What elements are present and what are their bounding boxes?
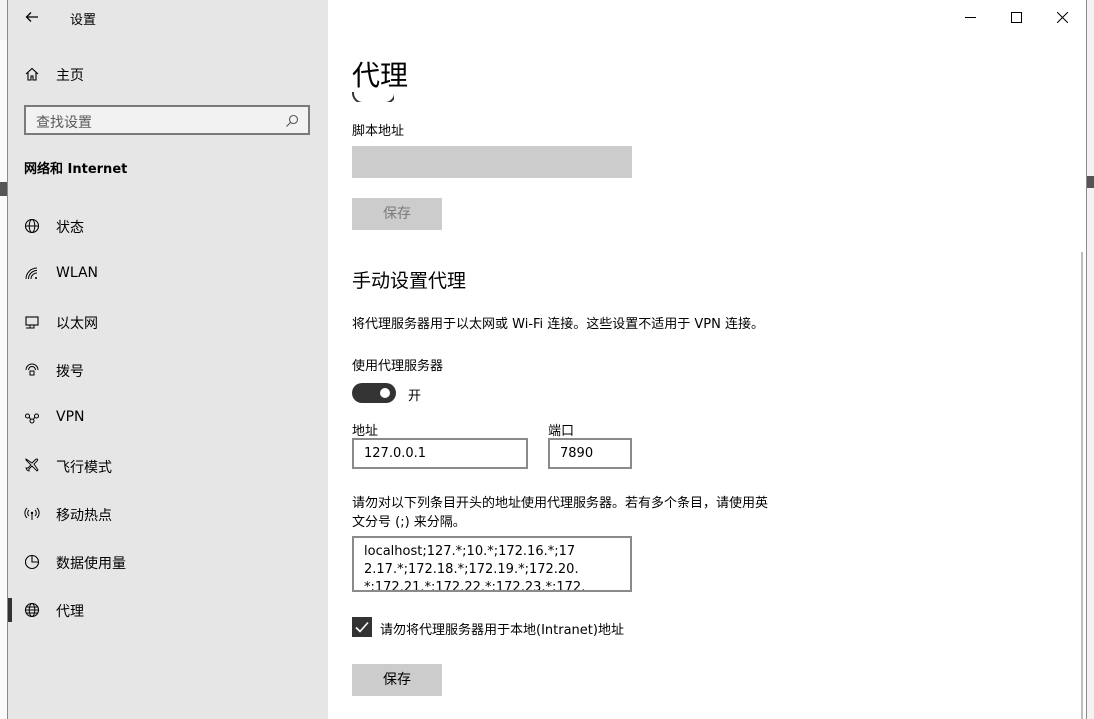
sidebar-item-label: 数据使用量 xyxy=(56,556,126,572)
globe-status-icon xyxy=(24,218,40,234)
scrollbar[interactable] xyxy=(1081,252,1083,719)
sidebar-item-proxy[interactable]: 代理 xyxy=(8,590,328,630)
port-label: 端口 xyxy=(548,424,575,439)
sidebar: 设置 主页 查找设置 网络和 Internet 状态 WLAN 以太网 拨号 V… xyxy=(8,0,328,719)
use-proxy-toggle-state: 开 xyxy=(408,389,422,404)
script-address-label: 脚本地址 xyxy=(352,124,405,139)
hotspot-icon xyxy=(24,506,40,522)
sidebar-item-status[interactable]: 状态 xyxy=(8,206,328,246)
back-arrow-icon xyxy=(24,9,40,25)
sidebar-item-label: VPN xyxy=(56,409,85,425)
manual-save-button[interactable]: 保存 xyxy=(352,664,442,696)
sidebar-item-airplane[interactable]: 飞行模式 xyxy=(8,446,328,486)
selected-indicator xyxy=(8,598,12,622)
settings-window: 设置 主页 查找设置 网络和 Internet 状态 WLAN 以太网 拨号 V… xyxy=(8,0,1086,719)
sidebar-home[interactable]: 主页 xyxy=(8,54,328,94)
use-proxy-toggle[interactable] xyxy=(352,383,396,403)
airplane-icon xyxy=(24,458,40,474)
sidebar-item-label: WLAN xyxy=(56,265,99,281)
background-window-left-bar xyxy=(0,182,8,196)
address-value: 127.0.0.1 xyxy=(364,446,427,461)
close-button[interactable] xyxy=(1039,0,1085,34)
minimize-button[interactable] xyxy=(947,0,993,34)
address-label: 地址 xyxy=(352,424,379,439)
search-icon xyxy=(284,113,300,129)
main-pane: 代理 脚本地址 保存 手动设置代理 将代理服务器用于以太网或 Wi-Fi 连接。… xyxy=(328,0,1086,719)
toggle-knob xyxy=(380,388,390,398)
sidebar-item-label: 代理 xyxy=(56,604,84,620)
background-window-right-bar xyxy=(1086,176,1094,188)
background-window-left xyxy=(0,40,8,719)
address-input[interactable]: 127.0.0.1 xyxy=(352,438,528,469)
script-save-label: 保存 xyxy=(383,206,411,222)
sidebar-item-label: 飞行模式 xyxy=(56,460,112,476)
manual-save-label: 保存 xyxy=(383,672,411,688)
clipped-toggle xyxy=(352,92,394,102)
sidebar-item-vpn[interactable]: VPN xyxy=(8,398,328,438)
back-button[interactable] xyxy=(18,6,48,28)
script-save-button: 保存 xyxy=(352,198,442,230)
port-input[interactable]: 7890 xyxy=(548,438,632,469)
search-input[interactable]: 查找设置 xyxy=(24,105,310,135)
ethernet-icon xyxy=(24,314,40,330)
port-value: 7890 xyxy=(560,446,594,461)
sidebar-item-data-usage[interactable]: 数据使用量 xyxy=(8,542,328,582)
script-address-field xyxy=(352,146,632,178)
sidebar-item-label: 以太网 xyxy=(56,316,98,332)
use-proxy-label: 使用代理服务器 xyxy=(352,359,444,374)
sidebar-item-label: 移动热点 xyxy=(56,508,112,524)
minimize-icon xyxy=(965,17,976,18)
manual-proxy-heading: 手动设置代理 xyxy=(352,270,467,292)
exceptions-value: localhost;127.*;10.*;172.16.*;172.17.*;1… xyxy=(364,544,586,592)
section-title: 网络和 Internet xyxy=(24,162,128,177)
exceptions-textarea[interactable]: localhost;127.*;10.*;172.16.*;172.17.*;1… xyxy=(352,536,632,592)
wifi-icon xyxy=(24,266,40,282)
sidebar-item-hotspot[interactable]: 移动热点 xyxy=(8,494,328,534)
dialup-icon xyxy=(24,362,40,378)
page-title: 代理 xyxy=(352,59,409,92)
bypass-local-label: 请勿将代理服务器用于本地(Intranet)地址 xyxy=(380,623,624,638)
exceptions-help-line2: 文分号 (;) 来分隔。 xyxy=(352,515,466,530)
sidebar-home-label: 主页 xyxy=(56,68,84,84)
maximize-icon xyxy=(1011,12,1022,23)
sidebar-item-label: 状态 xyxy=(56,220,84,236)
window-title: 设置 xyxy=(70,13,97,28)
sidebar-item-ethernet[interactable]: 以太网 xyxy=(8,302,328,342)
home-icon xyxy=(24,66,40,82)
exceptions-help-line1: 请勿对以下列条目开头的地址使用代理服务器。若有多个条目，请使用英 xyxy=(352,496,769,511)
pie-chart-icon xyxy=(24,554,40,570)
close-icon xyxy=(1057,12,1068,23)
checkmark-icon xyxy=(355,621,369,633)
bypass-local-checkbox[interactable] xyxy=(352,617,372,637)
vpn-icon xyxy=(24,410,40,426)
manual-proxy-description: 将代理服务器用于以太网或 Wi-Fi 连接。这些设置不适用于 VPN 连接。 xyxy=(352,317,765,332)
sidebar-item-label: 拨号 xyxy=(56,364,84,380)
sidebar-item-dialup[interactable]: 拨号 xyxy=(8,350,328,390)
maximize-button[interactable] xyxy=(993,0,1039,34)
globe-icon xyxy=(24,602,40,618)
sidebar-item-wlan[interactable]: WLAN xyxy=(8,254,328,294)
search-placeholder: 查找设置 xyxy=(36,115,92,131)
